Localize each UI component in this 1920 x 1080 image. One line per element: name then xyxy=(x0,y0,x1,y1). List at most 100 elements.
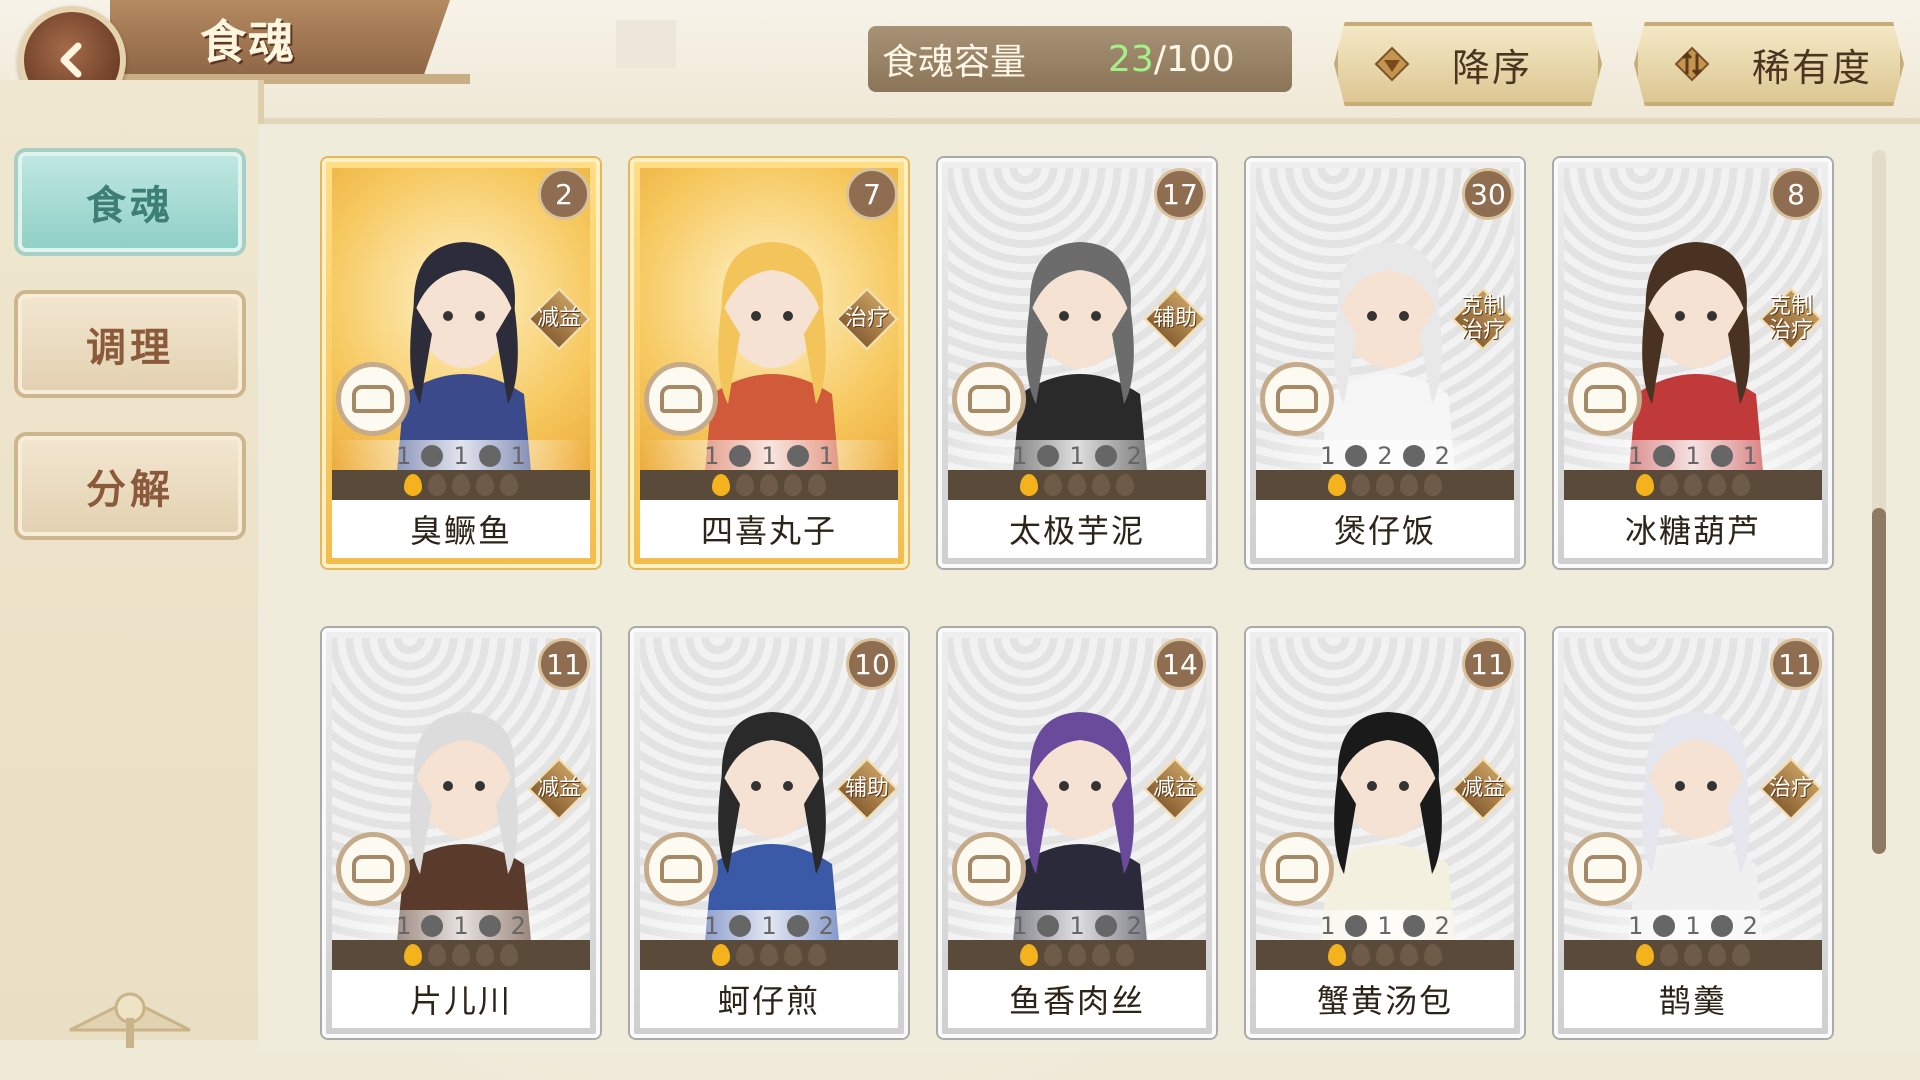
flame-star-icon xyxy=(784,474,802,496)
role-label: 治疗 xyxy=(844,306,889,331)
sort-by-button[interactable]: 稀有度 xyxy=(1634,22,1904,106)
skill-flame-icon xyxy=(1710,915,1733,937)
flame-star-icon xyxy=(500,474,518,496)
role-badge: 辅助 xyxy=(835,757,899,821)
flame-star-icon xyxy=(404,944,422,966)
skill-levels: 1 1 2 xyxy=(332,910,590,942)
star-rating xyxy=(640,470,898,500)
food-soul-card[interactable]: 14 减益 1 1 2 鱼香肉丝 xyxy=(938,628,1216,1038)
skill-flame-icon xyxy=(1094,915,1117,937)
skill-level-1: 1 xyxy=(1012,442,1028,470)
copies-count-badge: 7 xyxy=(846,168,898,220)
flame-star-icon xyxy=(736,474,754,496)
skill-orb-icon xyxy=(1037,445,1060,467)
sidebar-item-label: 食魂 xyxy=(86,183,174,229)
flame-star-icon xyxy=(1328,474,1346,496)
skill-level-3: 1 xyxy=(818,442,834,470)
flame-star-icon xyxy=(1732,474,1750,496)
flame-star-icon xyxy=(1068,944,1086,966)
skill-orb-icon xyxy=(421,445,444,467)
role-badge: 减益 xyxy=(527,287,591,351)
page-title: 食魂 xyxy=(200,15,296,69)
flame-star-icon xyxy=(1636,474,1654,496)
skill-level-1: 1 xyxy=(1320,912,1336,940)
copies-count-badge: 10 xyxy=(846,638,898,690)
flame-star-icon xyxy=(1376,474,1394,496)
sidebar-item-disassemble[interactable]: 分解 xyxy=(18,436,242,536)
food-soul-card[interactable]: 2 减益 1 1 1 臭鳜鱼 xyxy=(322,158,600,568)
placeholder-box xyxy=(616,20,676,68)
skill-levels: 1 1 2 xyxy=(1256,910,1514,942)
skill-flame-icon xyxy=(1094,445,1117,467)
skill-level-2: 1 xyxy=(761,912,777,940)
skill-level-2: 1 xyxy=(1685,912,1701,940)
skill-flame-icon xyxy=(786,445,809,467)
flame-star-icon xyxy=(1708,474,1726,496)
flame-star-icon xyxy=(476,944,494,966)
role-label: 辅助 xyxy=(844,776,889,801)
role-label: 治疗 xyxy=(1768,776,1813,801)
scrollbar-thumb[interactable] xyxy=(1872,508,1886,854)
food-soul-card[interactable]: 11 治疗 1 1 2 鹊羹 xyxy=(1554,628,1832,1038)
skill-flame-icon xyxy=(478,915,501,937)
flame-star-icon xyxy=(404,474,422,496)
flame-star-icon xyxy=(808,474,826,496)
copies-count-badge: 11 xyxy=(1770,638,1822,690)
flame-star-icon xyxy=(1424,474,1442,496)
skill-level-1: 1 xyxy=(704,442,720,470)
flame-star-icon xyxy=(1424,944,1442,966)
bun-icon xyxy=(644,362,718,436)
skill-level-1: 1 xyxy=(1628,442,1644,470)
skill-level-3: 2 xyxy=(1434,442,1450,470)
role-label: 减益 xyxy=(1152,776,1197,801)
skill-levels: 1 1 2 xyxy=(948,910,1206,942)
flame-star-icon xyxy=(712,944,730,966)
food-soul-card[interactable]: 11 减益 1 1 2 片儿川 xyxy=(322,628,600,1038)
skill-orb-icon xyxy=(1345,445,1368,467)
role-badge: 减益 xyxy=(1451,757,1515,821)
food-soul-card[interactable]: 10 辅助 1 1 2 蚵仔煎 xyxy=(630,628,908,1038)
skill-level-1: 1 xyxy=(1320,442,1336,470)
skill-level-3: 2 xyxy=(818,912,834,940)
skill-level-2: 1 xyxy=(1069,442,1085,470)
skill-levels: 1 1 1 xyxy=(332,440,590,472)
flame-star-icon xyxy=(1352,474,1370,496)
food-soul-card[interactable]: 7 治疗 1 1 1 四喜丸子 xyxy=(630,158,908,568)
flame-star-icon xyxy=(784,944,802,966)
flame-star-icon xyxy=(1400,944,1418,966)
skill-level-3: 1 xyxy=(510,442,526,470)
role-badge: 减益 xyxy=(1143,757,1207,821)
skill-orb-icon xyxy=(729,445,752,467)
role-label: 减益 xyxy=(536,306,581,331)
food-soul-card[interactable]: 17 辅助 1 1 2 太极芋泥 xyxy=(938,158,1216,568)
food-soul-card[interactable]: 8 克制 治疗 1 1 1 冰糖葫芦 xyxy=(1554,158,1832,568)
capacity-label: 食魂容量 xyxy=(882,42,1027,83)
flame-star-icon xyxy=(452,474,470,496)
sort-order-button[interactable]: 降序 xyxy=(1334,22,1602,106)
skill-level-3: 1 xyxy=(1742,442,1758,470)
flame-star-icon xyxy=(428,474,446,496)
star-rating xyxy=(1256,470,1514,500)
skill-level-1: 1 xyxy=(704,912,720,940)
skill-level-2: 2 xyxy=(1377,442,1393,470)
food-soul-card[interactable]: 11 减益 1 1 2 蟹黄汤包 xyxy=(1246,628,1524,1038)
sidebar-item-label: 调理 xyxy=(86,325,174,371)
copies-count-badge: 30 xyxy=(1462,168,1514,220)
sidebar-item-food-souls[interactable]: 食魂 xyxy=(18,152,242,252)
food-soul-name: 煲仔饭 xyxy=(1256,500,1514,558)
skill-orb-icon xyxy=(1037,915,1060,937)
flame-star-icon xyxy=(1684,944,1702,966)
flame-star-icon xyxy=(1660,474,1678,496)
star-rating xyxy=(948,940,1206,970)
food-soul-name: 鱼香肉丝 xyxy=(948,970,1206,1028)
role-badge: 辅助 xyxy=(1143,287,1207,351)
skill-flame-icon xyxy=(1402,445,1425,467)
skill-level-2: 1 xyxy=(453,912,469,940)
capacity-max: /100 xyxy=(1153,38,1235,80)
flame-star-icon xyxy=(760,944,778,966)
food-soul-name: 蟹黄汤包 xyxy=(1256,970,1514,1028)
bun-icon xyxy=(952,362,1026,436)
sidebar-item-cooking[interactable]: 调理 xyxy=(18,294,242,394)
food-soul-card[interactable]: 30 克制 治疗 1 2 2 煲仔饭 xyxy=(1246,158,1524,568)
bun-icon xyxy=(336,832,410,906)
